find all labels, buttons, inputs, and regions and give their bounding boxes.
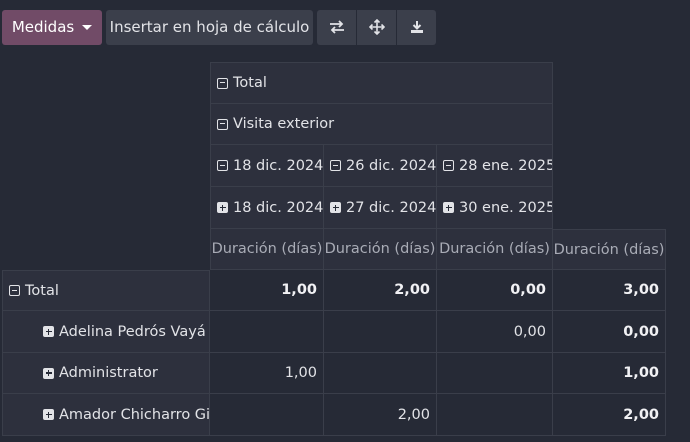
pivot-cell[interactable] xyxy=(210,394,324,436)
pivot-cell[interactable] xyxy=(324,311,437,353)
measure-header[interactable]: Duración (días) xyxy=(437,229,553,270)
pivot-actions xyxy=(317,9,436,45)
pivot-cell[interactable] xyxy=(437,353,553,394)
col-header-total[interactable]: Total xyxy=(210,62,553,104)
col-header-date[interactable]: 30 ene. 2025 xyxy=(437,187,553,229)
col-header-label: 28 ene. 2025 xyxy=(459,157,553,174)
flip-axis-button[interactable] xyxy=(317,9,356,45)
expand-icon xyxy=(330,202,341,213)
pivot-cell[interactable] xyxy=(324,353,437,394)
col-header-label: 18 dic. 2024 xyxy=(233,199,324,216)
col-header-label: Total xyxy=(233,75,267,91)
col-header-date[interactable]: 18 dic. 2024 xyxy=(210,145,324,187)
collapse-icon xyxy=(217,77,228,89)
collapse-icon xyxy=(330,160,341,171)
expand-icon xyxy=(43,326,54,337)
col-header-visita-exterior[interactable]: Visita exterior xyxy=(210,104,553,145)
pivot-cell[interactable]: 1,00 xyxy=(210,353,324,394)
row-header-label: Amador Chicharro Gil xyxy=(59,406,210,423)
row-header-total[interactable]: Total xyxy=(2,270,210,311)
col-header-date[interactable]: 26 dic. 2024 xyxy=(324,145,437,187)
collapse-icon xyxy=(217,118,228,130)
row-header-administrator[interactable]: Administrator xyxy=(2,353,210,394)
col-header-label: Visita exterior xyxy=(233,116,335,132)
expand-all-button[interactable] xyxy=(357,9,396,45)
download-button[interactable] xyxy=(397,9,436,45)
col-header-label: 27 dic. 2024 xyxy=(346,199,437,216)
expand-icon xyxy=(217,202,228,213)
pivot-cell[interactable] xyxy=(437,394,553,436)
collapse-icon xyxy=(217,160,228,171)
pivot-cell[interactable]: 1,00 xyxy=(210,270,324,311)
pivot-cell[interactable]: 2,00 xyxy=(324,270,437,311)
measures-label: Medidas xyxy=(11,18,75,36)
row-header-label: Administrator xyxy=(59,365,158,381)
pivot-cell[interactable]: 0,00 xyxy=(437,311,553,353)
pivot-cell[interactable] xyxy=(210,311,324,353)
toolbar: Medidas Insertar en hoja de cálculo xyxy=(2,9,436,45)
col-header-label: 18 dic. 2024 xyxy=(233,157,324,174)
expand-icon xyxy=(43,367,54,379)
measure-header[interactable]: Duración (días) xyxy=(210,229,324,270)
measures-button[interactable]: Medidas xyxy=(2,9,102,45)
pivot-cell[interactable]: 2,00 xyxy=(324,394,437,436)
caret-down-icon xyxy=(82,24,93,30)
col-header-date[interactable]: 28 ene. 2025 xyxy=(437,145,553,187)
pivot-cell[interactable]: 0,00 xyxy=(553,311,666,353)
download-icon xyxy=(410,21,423,33)
col-header-date[interactable]: 27 dic. 2024 xyxy=(324,187,437,229)
expand-icon xyxy=(43,409,54,420)
row-header-label: Total xyxy=(25,282,59,299)
col-header-label: 30 ene. 2025 xyxy=(459,199,553,216)
collapse-icon xyxy=(9,285,20,296)
expand-all-icon xyxy=(368,19,385,35)
col-header-date[interactable]: 18 dic. 2024 xyxy=(210,187,324,229)
expand-icon xyxy=(443,202,454,213)
row-header-label: Adelina Pedrós Vayá xyxy=(59,323,206,340)
insert-spreadsheet-button[interactable]: Insertar en hoja de cálculo xyxy=(106,9,313,45)
flip-axis-icon xyxy=(329,20,344,34)
pivot-cell[interactable]: 2,00 xyxy=(553,394,666,436)
pivot-cell[interactable]: 0,00 xyxy=(437,270,553,311)
collapse-icon xyxy=(443,160,454,171)
pivot-cell[interactable]: 3,00 xyxy=(553,270,666,311)
col-header-label: 26 dic. 2024 xyxy=(346,157,437,174)
measure-header[interactable]: Duración (días) xyxy=(324,229,437,270)
row-header-amador-chicharro-gil[interactable]: Amador Chicharro Gil xyxy=(2,394,210,436)
pivot-cell[interactable]: 1,00 xyxy=(553,353,666,394)
row-header-adelina-pedros-vaya[interactable]: Adelina Pedrós Vayá xyxy=(2,311,210,353)
measure-header[interactable]: Duración (días) xyxy=(553,229,666,270)
